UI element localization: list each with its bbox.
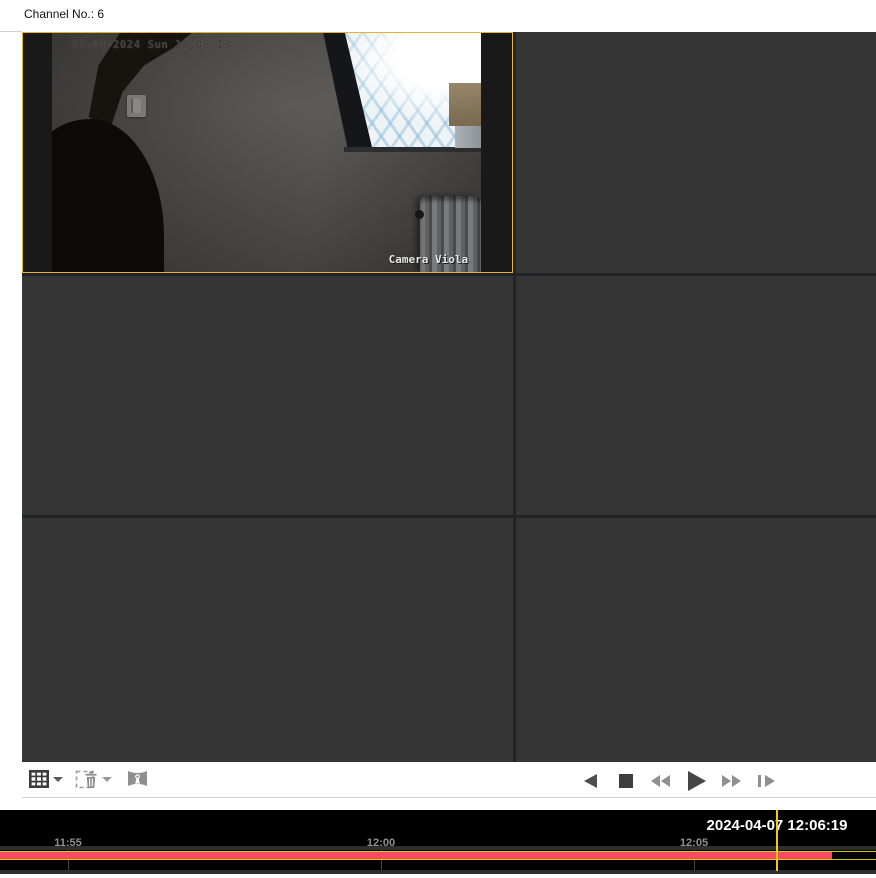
clear-screen-trash-icon <box>75 767 100 791</box>
timeline-ruler-strip-top <box>0 846 876 850</box>
timeline-tick-label: 12:00 <box>367 837 395 849</box>
timeline-track[interactable] <box>0 851 876 860</box>
video-cell-empty[interactable] <box>516 518 876 762</box>
playback-toolbar <box>22 762 876 798</box>
rewind-icon <box>651 775 670 787</box>
stop-all-playback-button[interactable] <box>75 767 100 791</box>
video-cell-active[interactable]: 07-04-2024 Sun 12:06:13 Camera Viola <box>22 32 513 273</box>
fisheye-expansion-button[interactable] <box>127 769 148 788</box>
video-radiator-knob <box>415 210 424 219</box>
play-icon <box>688 771 706 791</box>
recording-segment[interactable] <box>0 852 832 859</box>
reverse-play-icon <box>584 774 597 788</box>
fast-forward-button[interactable] <box>722 775 741 787</box>
single-frame-button[interactable] <box>758 775 775 787</box>
playback-timeline[interactable]: 11:55 12:00 12:05 2024-04-07 12:06:19 <box>0 810 876 874</box>
window-division-button[interactable] <box>28 768 50 790</box>
fast-forward-icon <box>722 775 741 787</box>
video-grid: 07-04-2024 Sun 12:06:13 Camera Viola <box>22 32 876 762</box>
single-frame-step-icon <box>758 775 775 787</box>
fisheye-icon <box>127 769 148 788</box>
window-division-dropdown-caret[interactable] <box>53 777 63 782</box>
video-light-switch <box>127 95 146 117</box>
video-cell-empty[interactable] <box>516 32 876 273</box>
stop-button[interactable] <box>619 774 633 788</box>
timeline-tick-label: 12:05 <box>680 837 708 849</box>
playback-window: Channel No.: 6 07-04-2024 Sun 12:06:13 C… <box>0 0 876 878</box>
video-dark-object <box>52 119 164 272</box>
video-cell-empty[interactable] <box>22 518 513 762</box>
timeline-ruler-strip-bottom <box>0 870 876 874</box>
playhead-cursor[interactable] <box>776 810 778 871</box>
grid-layout-icon <box>28 768 50 790</box>
panel-divider <box>0 31 22 32</box>
video-camera-name-label: Camera Viola <box>389 253 468 266</box>
video-cell-empty[interactable] <box>516 276 876 515</box>
slow-forward-button[interactable] <box>651 775 670 787</box>
stop-icon <box>619 774 633 788</box>
video-box-object <box>449 83 481 126</box>
play-button[interactable] <box>688 771 706 791</box>
channel-label: Channel No.: 6 <box>24 7 104 21</box>
stop-all-dropdown-caret[interactable] <box>102 777 112 782</box>
video-box-object-2 <box>455 126 481 148</box>
camera-video-feed[interactable]: 07-04-2024 Sun 12:06:13 Camera Viola <box>52 33 481 272</box>
video-osd-timestamp: 07-04-2024 Sun 12:06:13 <box>71 38 230 51</box>
video-cell-empty[interactable] <box>22 276 513 515</box>
timeline-tick-label: 11:55 <box>54 837 82 849</box>
reverse-play-button[interactable] <box>584 774 597 788</box>
